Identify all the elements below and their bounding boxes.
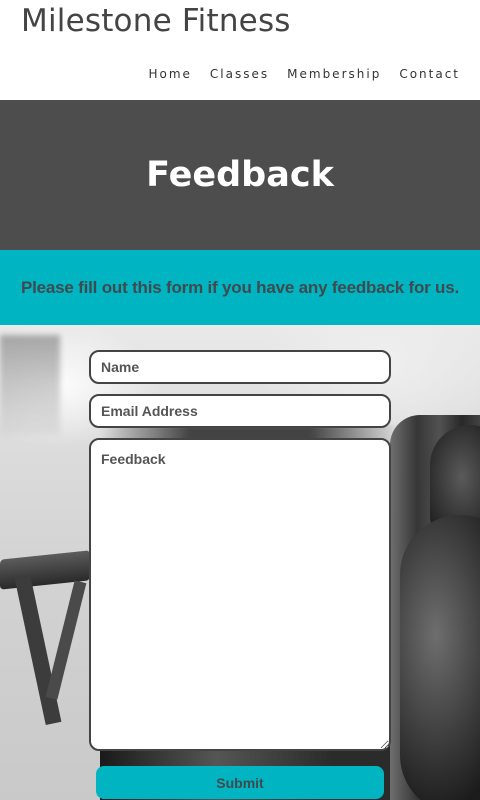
submit-button[interactable]: Submit — [96, 766, 384, 799]
nav-item-membership[interactable]: Membership — [287, 67, 381, 81]
email-input[interactable] — [89, 394, 391, 428]
bg-machine — [0, 335, 60, 435]
bg-bench-leg — [45, 580, 87, 700]
bg-weight-plate — [400, 515, 480, 800]
site-header: Milestone Fitness Home Classes Membershi… — [0, 0, 480, 100]
intro-banner: Please fill out this form if you have an… — [0, 250, 480, 325]
nav-item-home[interactable]: Home — [148, 67, 191, 81]
site-title[interactable]: Milestone Fitness — [21, 3, 291, 39]
name-input[interactable] — [89, 350, 391, 384]
feedback-textarea[interactable] — [89, 438, 391, 751]
nav-item-classes[interactable]: Classes — [210, 67, 269, 81]
intro-text: Please fill out this form if you have an… — [20, 277, 460, 297]
main-nav: Home Classes Membership Contact — [148, 67, 460, 81]
hero-banner: Feedback — [0, 100, 480, 250]
bg-bench-leg — [14, 574, 62, 726]
nav-item-contact[interactable]: Contact — [399, 67, 460, 81]
page-title: Feedback — [146, 155, 334, 195]
